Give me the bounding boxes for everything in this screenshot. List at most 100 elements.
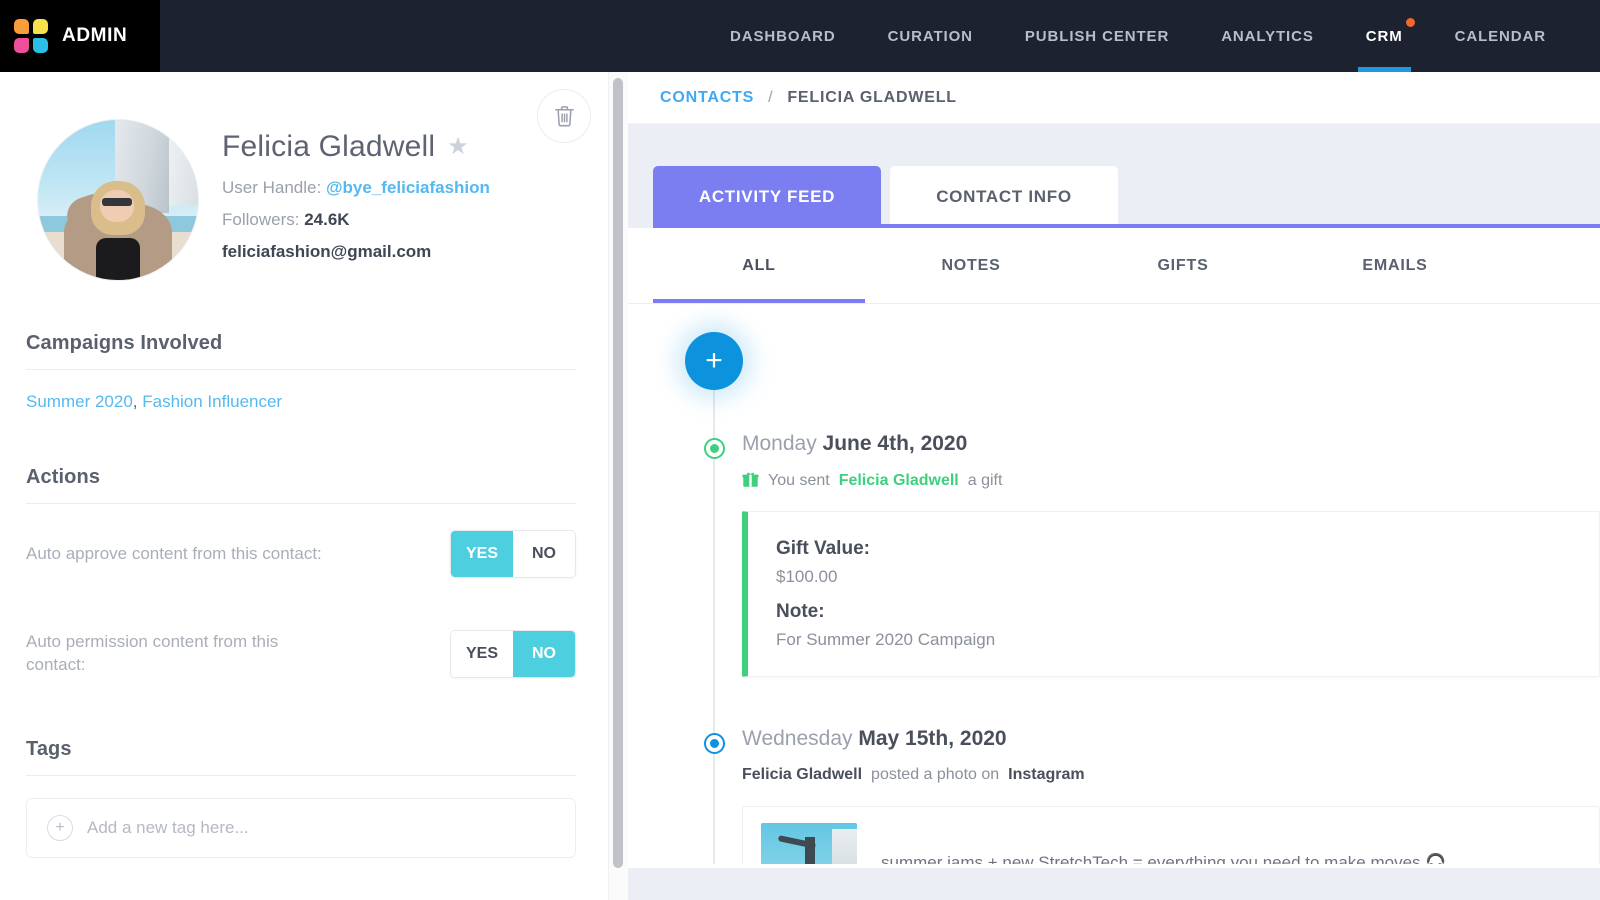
- subtab-active-underline: [653, 299, 865, 303]
- user-handle-row: User Handle: @bye_feliciafashion: [222, 178, 490, 198]
- followers-row: Followers: 24.6K: [222, 210, 490, 230]
- nav-label: CALENDAR: [1454, 27, 1546, 45]
- event-date: May 15th, 2020: [858, 727, 1007, 750]
- activity-feed-panel: ALL NOTES GIFTS EMAILS + Monday June 4th…: [628, 228, 1600, 868]
- gift-value: $100.00: [776, 567, 838, 586]
- user-handle-link[interactable]: @bye_feliciafashion: [326, 178, 490, 197]
- nav-item-dashboard[interactable]: DASHBOARD: [704, 0, 862, 72]
- nav-item-analytics[interactable]: ANALYTICS: [1195, 0, 1340, 72]
- crm-notification-dot-icon: [1405, 18, 1415, 27]
- timeline-dot-icon: [704, 438, 725, 459]
- profile-header: Felicia Gladwell ★ User Handle: @bye_fel…: [0, 72, 626, 280]
- campaigns-section: Campaigns Involved Summer 2020, Fashion …: [26, 332, 576, 412]
- auto-approve-label: Auto approve content from this contact:: [26, 543, 322, 563]
- followers-label: Followers:: [222, 210, 300, 229]
- user-handle-label: User Handle:: [222, 178, 322, 197]
- nav-label: ANALYTICS: [1221, 27, 1314, 45]
- nav-label: PUBLISH CENTER: [1024, 27, 1170, 45]
- auto-permission-yes-option[interactable]: YES: [451, 631, 513, 677]
- subtab-all[interactable]: ALL: [653, 228, 865, 304]
- tab-activity-feed[interactable]: ACTIVITY FEED: [653, 166, 881, 228]
- post-preview-card[interactable]: summer jams + new StretchTech = everythi…: [742, 806, 1600, 864]
- contact-email[interactable]: feliciafashion@gmail.com: [222, 242, 490, 262]
- gift-detail-card: Gift Value: $100.00 Note: For Summer 202…: [742, 511, 1600, 677]
- timeline-dot-icon: [704, 733, 725, 754]
- breadcrumb-contacts-link[interactable]: CONTACTS: [660, 89, 754, 107]
- breadcrumb: CONTACTS / FELICIA GLADWELL: [628, 72, 1600, 124]
- event-weekday: Wednesday: [742, 727, 859, 750]
- plus-circle-icon: +: [47, 815, 73, 841]
- campaign-link-fashion-influencer[interactable]: Fashion Influencer: [142, 392, 282, 411]
- nav-label: DASHBOARD: [730, 27, 836, 45]
- tags-heading: Tags: [26, 738, 576, 776]
- event-summary: Felicia Gladwell posted a photo on Insta…: [742, 766, 1600, 784]
- star-icon[interactable]: ★: [447, 135, 469, 159]
- nav-label: CRM: [1365, 27, 1403, 45]
- tags-section: Tags + Add a new tag here...: [26, 738, 576, 858]
- auto-permission-toggle[interactable]: YES NO: [450, 630, 576, 678]
- add-activity-button[interactable]: +: [685, 332, 743, 390]
- main-content-pane: CONTACTS / FELICIA GLADWELL ACTIVITY FEE…: [628, 72, 1600, 900]
- event-summary-mid: posted a photo on: [871, 766, 1000, 783]
- gift-note: For Summer 2020 Campaign: [776, 630, 996, 649]
- event-network-name: Instagram: [1008, 766, 1085, 783]
- event-summary-pre: You sent: [768, 472, 830, 489]
- auto-approve-no-option[interactable]: NO: [513, 531, 575, 577]
- event-summary-post: a gift: [967, 472, 1003, 489]
- tab-contact-info[interactable]: CONTACT INFO: [890, 166, 1118, 228]
- four-square-logo-icon: [14, 19, 48, 53]
- nav-label: CURATION: [887, 27, 973, 45]
- auto-approve-yes-option[interactable]: YES: [451, 531, 513, 577]
- contact-name-row: Felicia Gladwell ★: [222, 130, 490, 164]
- auto-permission-no-option[interactable]: NO: [513, 631, 575, 677]
- add-tag-input[interactable]: + Add a new tag here...: [26, 798, 576, 858]
- campaign-link-summer-2020[interactable]: Summer 2020: [26, 392, 133, 411]
- event-date-row: Monday June 4th, 2020: [742, 432, 1600, 456]
- profile-avatar-photo: [38, 120, 198, 280]
- action-row-auto-approve: Auto approve content from this contact: …: [26, 504, 576, 578]
- gift-note-label: Note:: [776, 601, 825, 622]
- sidebar-scrollbar-thumb[interactable]: [613, 78, 623, 868]
- event-date-row: Wednesday May 15th, 2020: [742, 727, 1600, 751]
- actions-heading: Actions: [26, 466, 576, 504]
- gift-icon: [742, 471, 759, 491]
- post-thumbnail-image: [761, 823, 857, 864]
- post-caption: summer jams + new StretchTech = everythi…: [881, 853, 1447, 864]
- subtab-gifts[interactable]: GIFTS: [1077, 228, 1289, 304]
- subtab-emails[interactable]: EMAILS: [1289, 228, 1501, 304]
- nav-item-calendar[interactable]: CALENDAR: [1429, 0, 1572, 72]
- campaign-separator: ,: [132, 392, 143, 411]
- tab-bar: ACTIVITY FEED CONTACT INFO: [628, 124, 1600, 228]
- event-contact-name[interactable]: Felicia Gladwell: [839, 472, 959, 490]
- breadcrumb-current: FELICIA GLADWELL: [787, 88, 957, 106]
- brand-logo-area[interactable]: ADMIN: [0, 0, 160, 72]
- followers-value: 24.6K: [304, 210, 350, 229]
- auto-permission-label: Auto permission content from this contac…: [26, 632, 279, 674]
- nav-item-curation[interactable]: CURATION: [862, 0, 999, 72]
- event-summary: You sent Felicia Gladwell a gift: [742, 471, 1600, 491]
- sub-tab-bar: ALL NOTES GIFTS EMAILS: [628, 228, 1600, 304]
- delete-contact-button[interactable]: [537, 89, 591, 143]
- contact-sidebar: Felicia Gladwell ★ User Handle: @bye_fel…: [0, 72, 626, 900]
- campaigns-heading: Campaigns Involved: [26, 332, 576, 370]
- gift-value-label: Gift Value:: [776, 538, 870, 559]
- subtab-notes[interactable]: NOTES: [865, 228, 1077, 304]
- activity-timeline: + Monday June 4th, 2020 You sent Felicia…: [628, 304, 1600, 864]
- trash-icon: [554, 105, 574, 126]
- actions-section: Actions Auto approve content from this c…: [26, 466, 576, 678]
- nav-item-publish-center[interactable]: PUBLISH CENTER: [999, 0, 1195, 72]
- event-contact-name[interactable]: Felicia Gladwell: [742, 766, 862, 784]
- action-row-auto-permission: Auto permission content from this contac…: [26, 578, 576, 678]
- top-navigation-bar: ADMIN DASHBOARD CURATION PUBLISH CENTER …: [0, 0, 1600, 72]
- auto-approve-toggle[interactable]: YES NO: [450, 530, 576, 578]
- page-title: Felicia Gladwell: [222, 130, 436, 163]
- brand-label: ADMIN: [62, 25, 128, 46]
- event-weekday: Monday: [742, 432, 823, 455]
- nav-item-crm[interactable]: CRM: [1340, 0, 1429, 72]
- event-date: June 4th, 2020: [822, 432, 968, 455]
- nav-menu: DASHBOARD CURATION PUBLISH CENTER ANALYT…: [160, 0, 1600, 72]
- timeline-event-gift: Monday June 4th, 2020 You sent Felicia G…: [628, 432, 1600, 677]
- breadcrumb-separator: /: [768, 88, 774, 106]
- campaign-list: Summer 2020, Fashion Influencer: [26, 370, 576, 412]
- timeline-event-post: Wednesday May 15th, 2020 Felicia Gladwel…: [628, 727, 1600, 864]
